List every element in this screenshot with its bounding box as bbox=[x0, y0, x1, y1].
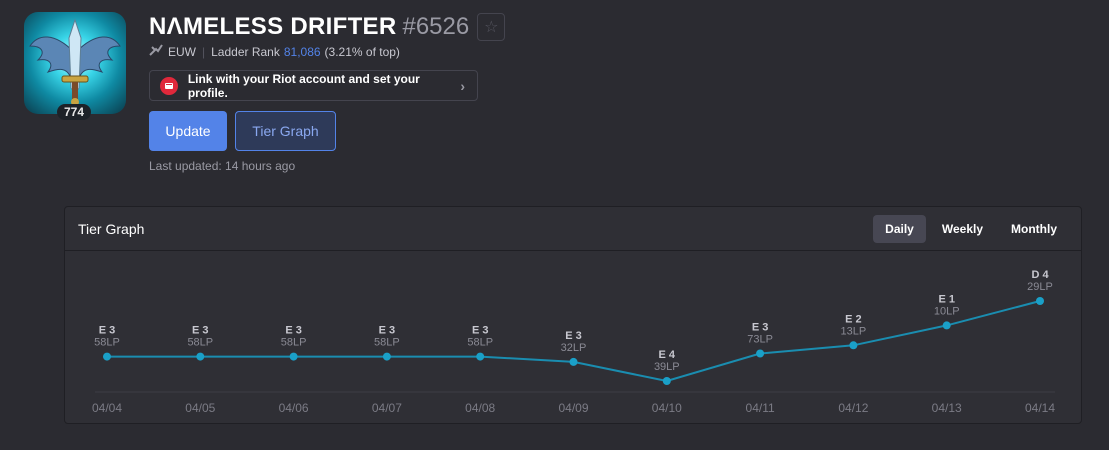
x-tick-label: 04/07 bbox=[372, 401, 402, 415]
x-tick-label: 04/06 bbox=[279, 401, 309, 415]
x-tick-label: 04/05 bbox=[185, 401, 215, 415]
data-point bbox=[196, 352, 205, 361]
summoner-name-row: NΛMELESS DRIFTER #6526 ☆ bbox=[149, 12, 506, 42]
data-point bbox=[662, 377, 671, 385]
riot-link-text: Link with your Riot account and set your… bbox=[187, 71, 420, 100]
tier-label: E 3 bbox=[472, 325, 489, 337]
x-tick-label: 04/11 bbox=[746, 401, 775, 415]
tier-label: E 3 bbox=[752, 322, 769, 334]
lp-label: 29LP bbox=[1027, 281, 1053, 293]
lp-label: 58LP bbox=[94, 337, 120, 349]
data-point bbox=[1036, 297, 1044, 305]
summoner-name: NΛMELESS DRIFTER bbox=[149, 13, 397, 40]
data-point bbox=[103, 352, 111, 361]
tier-graph-button[interactable]: Tier Graph bbox=[235, 111, 336, 151]
x-tick-label: 04/10 bbox=[652, 401, 682, 415]
lp-label: 32LP bbox=[561, 342, 587, 354]
x-tick-label: 04/09 bbox=[558, 401, 588, 415]
x-tick-label: 04/08 bbox=[465, 401, 495, 415]
ladder-label: Ladder Rank bbox=[211, 44, 280, 59]
data-point bbox=[849, 341, 858, 350]
data-point bbox=[476, 352, 485, 361]
favorite-star-button[interactable]: ☆ bbox=[477, 13, 506, 41]
lp-label: 39LP bbox=[654, 361, 680, 373]
data-point bbox=[569, 357, 578, 366]
tier-label: E 3 bbox=[379, 325, 396, 337]
summoner-tag: #6526 bbox=[402, 13, 470, 40]
data-point bbox=[756, 349, 765, 358]
tier-label: E 3 bbox=[99, 325, 116, 337]
data-point bbox=[382, 352, 391, 361]
tier-label: E 3 bbox=[285, 325, 302, 337]
lp-label: 58LP bbox=[281, 337, 307, 349]
tier-label: E 1 bbox=[938, 293, 955, 305]
x-tick-label: 04/14 bbox=[1025, 401, 1055, 415]
x-tick-label: 04/13 bbox=[932, 401, 962, 415]
lp-label: 58LP bbox=[467, 337, 493, 349]
region-label: EUW bbox=[168, 44, 196, 59]
lp-label: 10LP bbox=[934, 305, 960, 317]
profile-icon bbox=[24, 12, 126, 114]
riot-account-link[interactable]: Link with your Riot account and set your… bbox=[149, 70, 478, 101]
chevron-right-icon: › bbox=[460, 77, 465, 94]
region-icon bbox=[149, 44, 163, 59]
tier-label: E 3 bbox=[192, 325, 209, 337]
tier-label: E 4 bbox=[659, 349, 676, 361]
x-tick-label: 04/04 bbox=[92, 401, 122, 415]
ladder-percentile: (3.21% of top) bbox=[324, 44, 400, 59]
lp-label: 73LP bbox=[747, 334, 773, 346]
lp-label: 58LP bbox=[374, 337, 400, 349]
divider: | bbox=[202, 44, 206, 59]
lp-label: 58LP bbox=[187, 337, 213, 349]
data-point bbox=[289, 352, 298, 361]
ladder-info: EUW | Ladder Rank 81,086 (3.21% of top) bbox=[149, 44, 400, 59]
x-tick-label: 04/12 bbox=[838, 401, 868, 415]
riot-fist-icon bbox=[160, 76, 178, 95]
last-updated-text: Last updated: 14 hours ago bbox=[149, 159, 296, 173]
update-button[interactable]: Update bbox=[149, 111, 227, 151]
tier-graph-panel: Tier Graph Daily Weekly Monthly E 3 58LP 0… bbox=[64, 206, 1082, 424]
ladder-rank-link[interactable]: 81,086 bbox=[284, 45, 321, 59]
data-point bbox=[942, 321, 951, 330]
tier-label: E 2 bbox=[845, 313, 862, 325]
tier-label: D 4 bbox=[1031, 269, 1049, 281]
tier-line-chart: E 358LP04/04E 358LP04/05E 358LP04/06E 35… bbox=[92, 269, 1055, 415]
star-icon: ☆ bbox=[484, 19, 499, 36]
level-badge: 774 bbox=[57, 104, 91, 120]
lp-label: 13LP bbox=[841, 325, 867, 337]
tier-label: E 3 bbox=[565, 330, 582, 342]
